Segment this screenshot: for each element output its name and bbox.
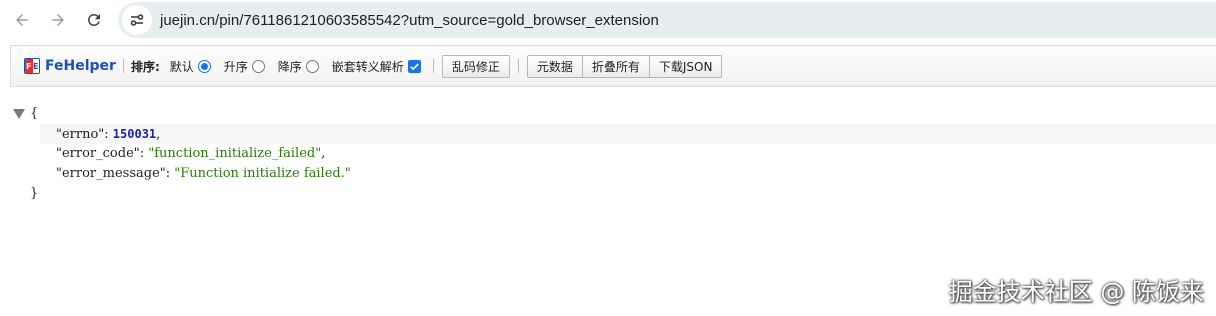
download-json-button[interactable]: 下载JSON [649, 54, 723, 78]
sort-descending-option[interactable]: 降序 [278, 58, 319, 75]
fehelper-logo-text: FeHelper [45, 58, 116, 74]
collapse-toggle-icon[interactable] [13, 109, 25, 119]
fehelper-logo-icon: FE [24, 58, 40, 74]
json-key: "error_code" [56, 146, 140, 161]
json-comma: , [156, 127, 161, 142]
browser-toolbar: juejin.cn/pin/7611861210603585542?utm_so… [0, 0, 1216, 40]
json-key: "errno" [56, 127, 105, 142]
reload-button[interactable] [80, 6, 108, 34]
site-info-icon [130, 14, 144, 26]
sort-ascending-label: 升序 [223, 59, 248, 74]
sort-descending-label: 降序 [277, 59, 302, 74]
json-separator: : [139, 146, 149, 161]
back-arrow-icon [16, 14, 28, 26]
sort-ascending-option[interactable]: 升序 [224, 58, 265, 75]
back-button[interactable] [8, 6, 36, 34]
fix-encoding-button[interactable]: 乱码修正 [441, 54, 510, 78]
json-separator: : [165, 166, 175, 181]
nested-escape-checkbox[interactable] [407, 59, 421, 73]
hover-highlight-row [40, 124, 1216, 144]
reload-icon [87, 13, 100, 26]
json-string-value: "Function initialize failed." [174, 166, 351, 181]
forward-arrow-icon [52, 14, 64, 26]
json-comma: , [321, 146, 326, 161]
divider [122, 59, 124, 73]
site-info-button[interactable] [122, 5, 152, 35]
json-entry: "error_message": "Function initialize fa… [56, 164, 351, 184]
metadata-button[interactable]: 元数据 [526, 54, 583, 78]
collapse-all-button[interactable]: 折叠所有 [582, 54, 650, 78]
json-separator: : [104, 127, 113, 142]
nested-escape-option[interactable]: 嵌套转义解析 [332, 58, 421, 75]
json-entry: "errno": 150031, [56, 124, 160, 144]
address-bar[interactable]: juejin.cn/pin/7611861210603585542?utm_so… [118, 2, 1216, 38]
action-button-group: 元数据 折叠所有 下载JSON [526, 54, 723, 78]
sort-ascending-radio[interactable] [251, 59, 265, 73]
url-text: juejin.cn/pin/7611861210603585542?utm_so… [160, 11, 659, 29]
fehelper-logo: FE FeHelper [24, 58, 116, 74]
sort-descending-radio[interactable] [305, 59, 319, 73]
watermark-text: 掘金技术社区 @ 陈饭来 [948, 278, 1204, 306]
json-open-brace: { [30, 106, 39, 121]
nested-escape-label: 嵌套转义解析 [331, 59, 404, 74]
json-entry: "error_code": "function_initialize_faile… [56, 144, 325, 164]
json-string-value: "function_initialize_failed" [148, 146, 322, 161]
json-number-value: 150031 [112, 127, 157, 141]
forward-button[interactable] [44, 6, 72, 34]
fehelper-toolbar: FE FeHelper 排序: 默认 升序 降序 嵌套转义解析 乱码修正 元数据… [10, 45, 1216, 87]
sort-default-radio[interactable] [197, 59, 211, 73]
json-close-brace: } [30, 186, 39, 201]
divider [432, 59, 434, 73]
checkmark-icon [410, 63, 419, 70]
json-key: "error_message" [56, 166, 166, 181]
sort-label: 排序: [130, 59, 160, 74]
sort-default-option[interactable]: 默认 [170, 58, 211, 75]
sort-default-label: 默认 [169, 59, 194, 74]
divider [517, 59, 519, 73]
